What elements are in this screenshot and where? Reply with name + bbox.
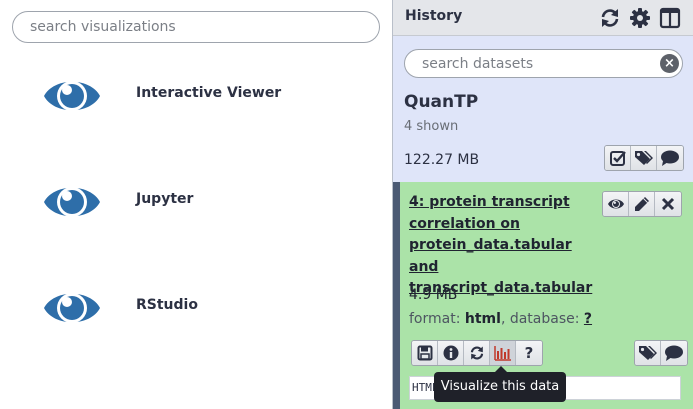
dataset-title[interactable]: 4: protein transcript correlation on pro… (409, 192, 604, 300)
dataset-tag-actions (634, 340, 688, 366)
database-label: , database: (500, 311, 580, 327)
visualize-tooltip: Visualize this data (434, 366, 566, 402)
viz-label: Jupyter (136, 191, 194, 207)
dataset-title-actions (602, 191, 682, 217)
edit-attributes-button[interactable] (629, 192, 655, 216)
eye-icon (44, 81, 100, 111)
search-datasets-input[interactable] (404, 49, 683, 78)
history-annotation-button[interactable] (657, 146, 683, 170)
viz-item-rstudio[interactable]: RStudio (42, 283, 372, 333)
viz-label: RStudio (136, 297, 198, 313)
columns-icon[interactable] (659, 7, 681, 29)
download-button[interactable] (412, 341, 438, 365)
eye-icon (44, 293, 100, 323)
delete-dataset-button[interactable] (655, 192, 681, 216)
rerun-button[interactable] (464, 341, 490, 365)
display-dataset-button[interactable] (603, 192, 629, 216)
search-datasets: × (404, 49, 683, 78)
visualizations-panel: Interactive Viewer Jupyter RStudio (0, 0, 392, 409)
history-panel: History search datasets × QuanTP 4 shown… (392, 0, 693, 409)
dataset-tags-button[interactable] (635, 341, 661, 365)
rerun-icon (470, 346, 483, 360)
database-value-link[interactable]: ? (584, 311, 592, 327)
visualize-button[interactable] (490, 341, 516, 365)
viz-item-jupyter[interactable]: Jupyter (42, 177, 372, 227)
eye-icon (607, 199, 624, 209)
info-icon (443, 345, 458, 361)
refresh-icon[interactable] (599, 7, 621, 29)
comment-icon (665, 345, 683, 361)
viz-label: Interactive Viewer (136, 85, 282, 101)
history-header-icons (599, 7, 681, 29)
history-tags-button[interactable] (631, 146, 657, 170)
select-datasets-button[interactable] (605, 146, 631, 170)
history-title: History (405, 8, 463, 24)
eye-icon (44, 187, 100, 217)
format-value: html (464, 311, 501, 327)
dataset-actions: ? (411, 340, 543, 366)
comment-icon (661, 150, 679, 166)
tags-icon (634, 151, 653, 165)
dataset-details-button[interactable] (438, 341, 464, 365)
check-square-icon (609, 151, 626, 166)
tags-icon (638, 346, 657, 360)
clear-search-icon[interactable]: × (660, 54, 679, 73)
visualize-icon (493, 346, 511, 361)
format-label: format: (409, 311, 461, 327)
history-shown-count: 4 shown (404, 119, 459, 134)
viz-item-interactive-viewer[interactable]: Interactive Viewer (42, 71, 372, 121)
dataset-metadata: format: html, database: ? (409, 311, 592, 327)
dataset-annotation-button[interactable] (661, 341, 687, 365)
gear-icon[interactable] (629, 7, 651, 29)
help-icon: ? (524, 344, 534, 362)
close-icon (661, 197, 675, 211)
help-button[interactable]: ? (516, 341, 542, 365)
save-icon (417, 345, 432, 361)
history-actions (604, 145, 684, 171)
history-name[interactable]: QuanTP (404, 92, 478, 112)
dataset-size: 4.9 MB (409, 287, 458, 303)
history-size: 122.27 MB (404, 152, 480, 168)
search-visualizations-input[interactable] (12, 11, 380, 43)
pencil-icon (634, 197, 649, 211)
history-header: History (393, 0, 693, 36)
